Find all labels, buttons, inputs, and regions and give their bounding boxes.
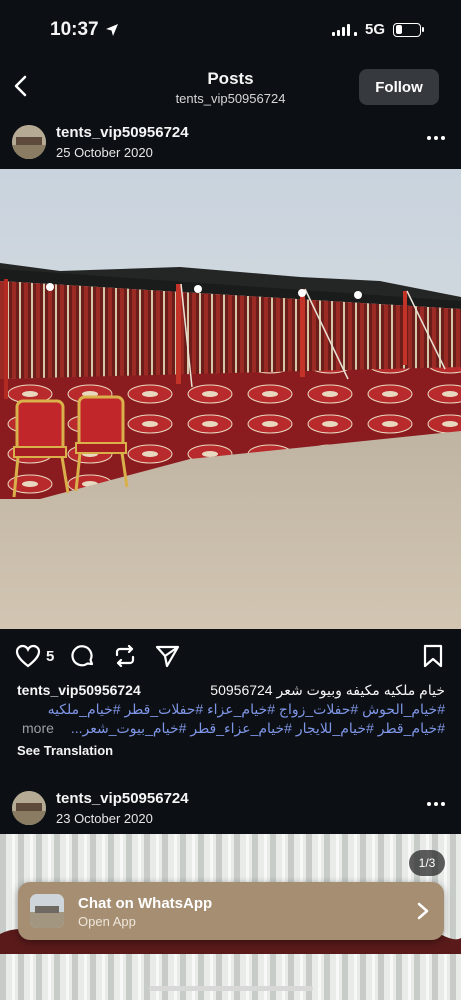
status-time: 10:37 — [50, 19, 99, 40]
post-username[interactable]: tents_vip50956724 — [56, 790, 189, 807]
bookmark-icon[interactable] — [422, 644, 444, 668]
network-label: 5G — [364, 21, 385, 38]
carousel-counter: 1/3 — [409, 850, 445, 876]
home-indicator[interactable] — [149, 986, 313, 991]
whatsapp-banner[interactable]: Chat on WhatsApp Open App — [18, 882, 444, 940]
banner-subtitle: Open App — [78, 914, 136, 929]
caption-hashtags[interactable]: #خيام_الحوش #حفلات_زواج #خيام_عزاء #حفلا… — [48, 701, 445, 718]
see-translation-link[interactable]: See Translation — [17, 743, 113, 758]
banner-thumbnail — [30, 894, 64, 928]
more-icon[interactable] — [427, 136, 445, 140]
caption-username[interactable]: tents_vip50956724 — [17, 682, 141, 698]
caption-text: خيام ملكيه مكيفه وبيوت شعر 50956724 — [210, 682, 445, 698]
banner-title: Chat on WhatsApp — [78, 895, 213, 912]
heart-icon[interactable] — [15, 644, 41, 668]
post-date: 25 October 2020 — [56, 145, 153, 160]
more-icon[interactable] — [427, 802, 445, 806]
caption-hashtags[interactable]: #خيام_قطر #خيام_للايجار #خيام_عزاء_قطر #… — [71, 720, 445, 737]
status-bar: 10:37 5G — [0, 0, 461, 60]
repost-icon[interactable] — [112, 643, 138, 669]
battery-icon — [393, 22, 424, 37]
chevron-right-icon[interactable] — [416, 901, 430, 921]
post-username[interactable]: tents_vip50956724 — [56, 124, 189, 141]
post-date: 23 October 2020 — [56, 811, 153, 826]
post-header: tents_vip50956724 23 October 2020 — [0, 784, 461, 834]
follow-button[interactable]: Follow — [359, 69, 439, 105]
post-header: tents_vip50956724 25 October 2020 — [0, 118, 461, 168]
share-icon[interactable] — [155, 644, 181, 668]
page-header: Posts tents_vip50956724 Follow — [0, 62, 461, 114]
more-link[interactable]: more — [22, 720, 54, 736]
post-actions: 5 — [0, 640, 461, 672]
location-arrow-icon — [105, 24, 118, 36]
like-count[interactable]: 5 — [46, 648, 54, 665]
comment-icon[interactable] — [71, 644, 95, 668]
signal-icon — [331, 23, 357, 36]
avatar[interactable] — [12, 125, 46, 159]
avatar[interactable] — [12, 791, 46, 825]
post-image[interactable] — [0, 169, 461, 629]
